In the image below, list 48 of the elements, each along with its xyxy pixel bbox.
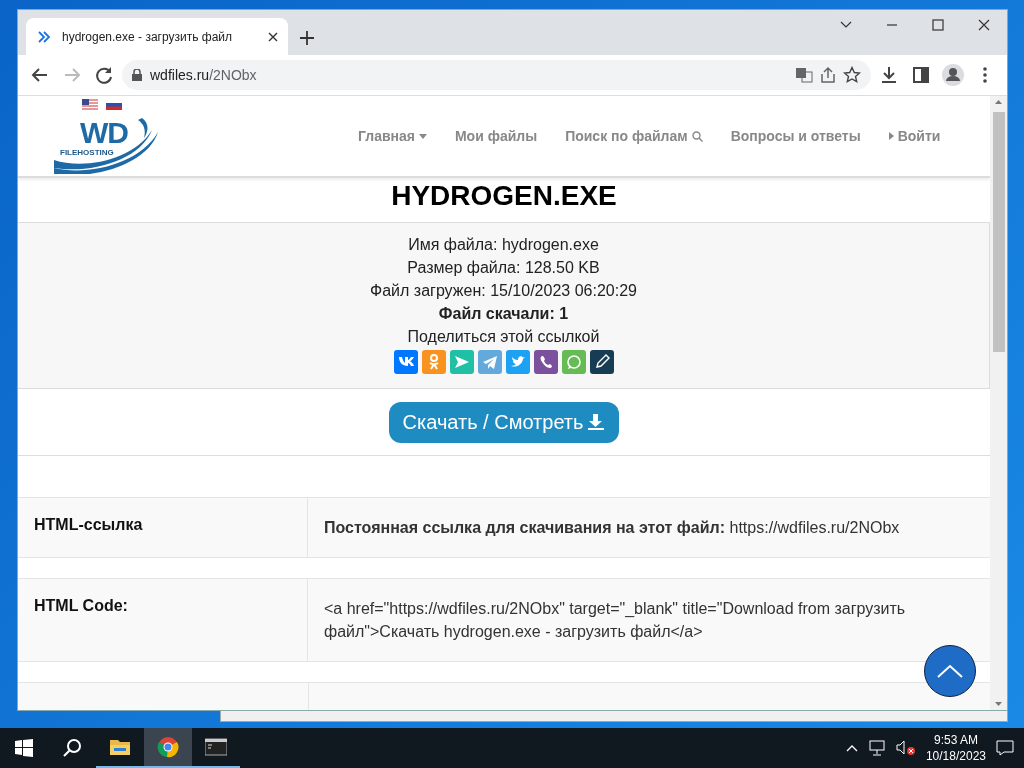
row-label: HTML-ссылка — [18, 498, 308, 558]
close-icon[interactable] — [268, 31, 278, 42]
scrollbar[interactable] — [990, 96, 1007, 710]
download-icon — [587, 413, 606, 432]
download-button[interactable]: Скачать / Смотреть — [388, 401, 620, 443]
file-detail: Файл загружен: 15/10/2023 06:20:29 — [370, 281, 637, 302]
browser-tab[interactable]: hydrogen.exe - загрузить файл — [26, 18, 288, 55]
flag-icon[interactable] — [82, 98, 98, 110]
terminal-icon — [205, 736, 227, 758]
taskbar-app[interactable] — [144, 728, 192, 768]
nav-link[interactable]: Поиск по файлам — [565, 128, 703, 145]
browser-icon — [157, 736, 179, 758]
file-detail: Размер файла: 128.50 KB — [407, 258, 600, 279]
share-icon[interactable] — [819, 66, 837, 84]
chevron-up-icon[interactable] — [845, 744, 858, 752]
logo-caption: FILEHOSTING — [60, 147, 114, 157]
caret-icon — [888, 132, 894, 141]
star-icon[interactable] — [843, 66, 861, 84]
scrollbar-thumb[interactable] — [992, 112, 1005, 352]
search-icon — [691, 130, 703, 142]
url-text[interactable]: wdfiles.ru/2NObx — [150, 67, 257, 83]
download-count: Файл скачали: 1 — [438, 304, 569, 325]
row-value: Постоянная ссылка для скачивания на этот файл: https://wdfiles.ru/2NObx — [323, 518, 901, 539]
chevrons-icon — [36, 28, 52, 45]
row-value: <a href="https://wdfiles.ru/2NObx" target="_blank" title="Download from загрузить файл">Скачать hydrogen.exe - загрузить файл</a> — [323, 599, 907, 643]
chevron-up-icon — [936, 663, 964, 679]
clock-date[interactable]: 10/18/2023 — [925, 748, 986, 764]
nav-link[interactable]: Мои файлы — [454, 128, 538, 145]
nav-link[interactable]: Главная — [358, 128, 427, 145]
network-icon[interactable] — [867, 740, 886, 756]
nav-link[interactable]: Вопросы и ответы — [730, 128, 861, 145]
speaker-muted-icon[interactable] — [895, 740, 916, 756]
clock-time[interactable]: 9:53 AM — [933, 732, 978, 748]
search-icon — [62, 738, 82, 758]
share-label: Поделиться этой ссылкой — [407, 327, 600, 348]
lock-icon — [132, 69, 142, 81]
file-detail: Имя файла: hydrogen.exe — [408, 235, 599, 256]
translate-icon[interactable] — [795, 66, 813, 84]
windows-icon — [15, 739, 33, 757]
address-bar[interactable]: wdfiles.ru/2NObx — [122, 60, 871, 90]
logo-text[interactable]: WD — [80, 115, 128, 150]
file-title: HYDROGEN.EXE — [390, 180, 618, 213]
new-tab-icon[interactable] — [298, 29, 316, 47]
profile-icon[interactable] — [939, 61, 967, 89]
row-label: HTML Code: — [18, 579, 308, 662]
nav-link[interactable]: Войти — [888, 128, 941, 145]
notification-icon[interactable] — [996, 740, 1014, 756]
caret-icon — [418, 133, 427, 139]
